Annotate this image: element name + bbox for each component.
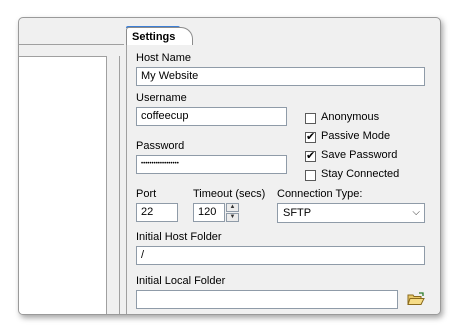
port-label: Port — [136, 188, 157, 200]
tab-settings[interactable]: Settings — [126, 27, 193, 46]
anonymous-checkbox[interactable] — [305, 113, 316, 124]
port-input[interactable]: 22 — [136, 203, 178, 222]
spin-down-arrow-icon[interactable]: ▼ — [226, 213, 239, 222]
stay-connected-checkbox[interactable] — [305, 170, 316, 181]
connection-type-select[interactable]: SFTP ⌵ — [277, 203, 425, 223]
settings-pane: Host Name My Website Username coffeecup … — [126, 45, 440, 314]
username-input[interactable]: coffeecup — [136, 107, 287, 126]
connection-settings-window: Settings Host Name My Website Username c… — [18, 17, 441, 315]
passive-mode-checkbox[interactable]: ✔ — [305, 132, 316, 143]
password-label: Password — [136, 140, 185, 152]
username-label: Username — [136, 92, 187, 104]
connection-type-value: SFTP — [283, 207, 312, 219]
host-name-label: Host Name — [136, 52, 192, 64]
timeout-input[interactable]: 120 — [193, 203, 225, 222]
host-name-input[interactable]: My Website — [136, 67, 425, 86]
anonymous-label[interactable]: Anonymous — [321, 111, 379, 123]
password-input[interactable]: •••••••••••••••••• — [136, 155, 287, 174]
initial-local-folder-input[interactable] — [136, 290, 398, 309]
stay-connected-label[interactable]: Stay Connected — [321, 168, 399, 180]
checkmark-icon: ✔ — [306, 150, 316, 162]
chevron-down-icon: ⌵ — [412, 207, 420, 218]
panel-splitter[interactable] — [109, 56, 120, 314]
site-list-panel[interactable] — [19, 56, 107, 314]
checkmark-icon: ✔ — [306, 131, 316, 143]
timeout-spinner[interactable]: ▲ ▼ — [226, 203, 239, 222]
initial-local-folder-label: Initial Local Folder — [136, 275, 226, 287]
initial-host-folder-label: Initial Host Folder — [136, 231, 222, 243]
open-folder-icon[interactable] — [407, 292, 425, 306]
tab-divider-line — [19, 44, 124, 45]
connection-type-label: Connection Type: — [277, 188, 363, 200]
save-password-label[interactable]: Save Password — [321, 149, 397, 161]
passive-mode-label[interactable]: Passive Mode — [321, 130, 390, 142]
save-password-checkbox[interactable]: ✔ — [305, 151, 316, 162]
spin-up-arrow-icon[interactable]: ▲ — [226, 203, 239, 212]
timeout-label: Timeout (secs) — [193, 188, 266, 200]
initial-host-folder-input[interactable]: / — [136, 246, 425, 265]
